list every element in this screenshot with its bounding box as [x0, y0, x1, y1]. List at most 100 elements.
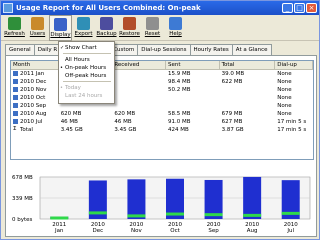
close-button[interactable]: × [306, 3, 317, 13]
column-header[interactable]: Received [112, 61, 166, 69]
table-cell: 3.45 GB [60, 127, 83, 133]
table-cell: 91.0 MB [167, 119, 191, 125]
calendar-month-icon [13, 95, 18, 100]
table-row[interactable]: 2010 Dec 98.4 MB 622 MB None [11, 78, 313, 86]
table-cell: 2010 Aug [11, 110, 59, 118]
table-cell: 627 MB [221, 119, 243, 125]
maximize-button[interactable]: □ [294, 3, 305, 13]
menu-item-off-peak-hours[interactable]: Off-peak Hours [59, 72, 114, 80]
usage-table[interactable]: Month Received Sent Total Dial-up 2011 Jan 15… [10, 60, 314, 160]
column-header[interactable]: Month [11, 61, 59, 69]
restore-button[interactable]: Restore [118, 15, 141, 41]
table-row[interactable]: 2010 Nov 50.2 MB None [11, 86, 313, 94]
help-label: Help [169, 31, 182, 37]
table-row[interactable]: 2010 Oct None [11, 94, 313, 102]
menu-item-show-chart[interactable]: Show Chart ✓ [59, 44, 114, 52]
backup-label: Backup [96, 31, 117, 37]
radio-dot-icon: • [60, 65, 63, 71]
tab-dial-up-sessions[interactable]: Dial-up Sessions [137, 44, 191, 55]
bar-sent-marker [166, 212, 184, 216]
minimize-button[interactable]: _ [282, 3, 293, 13]
column-header[interactable]: Total [220, 61, 276, 69]
table-cell: 17 min 5 s [277, 119, 307, 125]
bar-sent-marker [204, 213, 223, 217]
reset-button[interactable]: Reset [141, 15, 164, 41]
bar-sent-marker [88, 211, 107, 215]
table-cell: 3.45 GB [114, 127, 137, 133]
bar-received [204, 179, 223, 219]
users-button[interactable]: Users [26, 15, 49, 41]
reset-icon [146, 17, 159, 30]
table-cell: 50.2 MB [167, 87, 191, 93]
table-row[interactable]: 2010 Sep None [11, 102, 313, 110]
table-cell [112, 102, 166, 110]
bar-sent-marker [281, 211, 300, 215]
x-tick-month: Sep [208, 228, 219, 234]
column-header[interactable]: Sent [166, 61, 220, 69]
table-cell: None [277, 71, 292, 77]
export-button[interactable]: Export [72, 15, 95, 41]
table-cell: 620 MB [60, 111, 82, 117]
x-tick-month: Oct [170, 228, 180, 234]
display-label: Display [50, 32, 71, 38]
menu-separator [63, 81, 111, 82]
display-button[interactable]: Display [49, 15, 72, 41]
table-cell: None [277, 87, 292, 93]
menu-item-all-hours[interactable]: All Hours [59, 56, 114, 64]
bar-received [243, 176, 262, 219]
export-icon [77, 17, 90, 30]
table-cell: 2011 Jan [11, 70, 59, 78]
x-tick-month: Nov [131, 228, 142, 234]
menu-item-today: Today • [60, 85, 81, 91]
table-cell: 424 MB [167, 127, 189, 133]
column-header[interactable]: Dial-up [275, 61, 313, 69]
report-panel: Month Received Sent Total Dial-up 2011 Jan 15… [5, 55, 317, 237]
menu-item-on-peak-hours[interactable]: On-peak Hours • [59, 64, 114, 72]
radio-dot-icon: • [60, 85, 63, 91]
display-dropdown-menu: Show Chart ✓ All Hours On-peak Hours • Off-pe… [58, 41, 115, 104]
help-button[interactable]: Help [164, 15, 187, 41]
refresh-button[interactable]: Refresh [3, 15, 26, 41]
table-cell [220, 102, 276, 110]
table-cell: 679 MB [221, 111, 243, 117]
calendar-month-icon [13, 87, 18, 92]
help-icon [169, 17, 182, 30]
x-tick-month: Aug [247, 228, 258, 234]
table-row[interactable]: 2010 Jul 46 MB 46 MB 91.0 MB 627 MB 17 min 5 … [11, 118, 313, 126]
bar-received [127, 179, 146, 219]
table-cell [220, 86, 276, 94]
table-row[interactable]: 2011 Jan 15.9 MB 39.0 MB None [11, 70, 313, 78]
table-cell: Σ Total [13, 126, 33, 133]
table-row[interactable]: 2010 Aug 620 MB 620 MB 58.5 MB 679 MB None [11, 110, 313, 118]
table-header: Month Received Sent Total Dial-up [11, 61, 313, 70]
tab-at-a-glance[interactable]: At a Glance [231, 44, 272, 55]
y-tick-label: 678 MB [12, 175, 33, 181]
x-tick-month: Dec [93, 228, 104, 234]
refresh-label: Refresh [4, 31, 25, 37]
table-cell: 2010 Sep [11, 102, 59, 110]
calendar-month-icon [13, 111, 18, 116]
table-cell: 3.87 GB [221, 127, 244, 133]
bar-sent-marker [127, 214, 146, 218]
backup-button[interactable]: Backup [95, 15, 118, 41]
calendar-month-icon [13, 119, 18, 124]
checkmark-icon: ✓ [60, 45, 65, 51]
table-row[interactable]: Σ Total 3.45 GB 3.45 GB 424 MB 3.87 GB 17 min … [11, 126, 313, 134]
tab-general[interactable]: General [5, 44, 35, 55]
table-cell: None [277, 79, 292, 85]
usage-bar-chart: 678 MB339 MB0 bytes2011Jan2010Dec2010Nov… [12, 175, 311, 234]
menu-item-last-24-hours: Last 24 hours [65, 93, 103, 99]
table-cell [220, 94, 276, 102]
title-bar[interactable]: Usage Report for All Users Combined: On-… [1, 1, 319, 15]
calendar-month-icon [13, 79, 18, 84]
bar-sent-marker [50, 216, 69, 220]
table-cell [112, 86, 166, 94]
table-cell: 2010 Dec [11, 78, 59, 86]
tab-hourly-rates[interactable]: Hourly Rates [189, 44, 233, 55]
restore-label: Restore [119, 31, 140, 37]
table-cell: 2010 Oct [11, 94, 59, 102]
table-cell: 2010 Nov [11, 86, 59, 94]
table-body: 2011 Jan 15.9 MB 39.0 MB None 2010 Dec 98.4 M… [11, 70, 313, 134]
toolbar: Refresh Users Display Export Backup Restore Re… [1, 15, 319, 41]
calendar-month-icon [13, 71, 18, 76]
